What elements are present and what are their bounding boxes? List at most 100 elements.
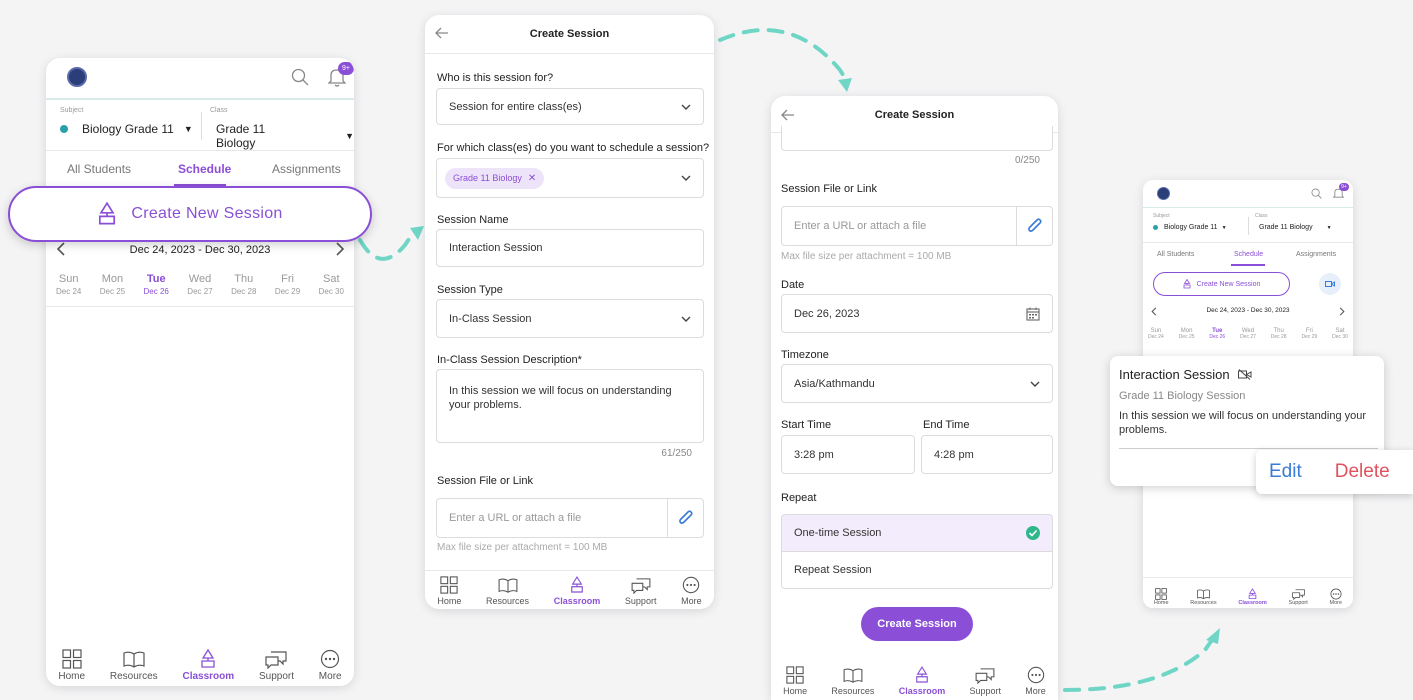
nav-more[interactable]: More bbox=[681, 576, 702, 606]
nav-classroom[interactable]: Classroom bbox=[182, 649, 234, 682]
caret-down-icon: ▼ bbox=[345, 131, 354, 141]
phone-create-session-1: Create Session Who is this session for? … bbox=[425, 15, 714, 609]
tab-all-students[interactable]: All Students bbox=[1157, 251, 1194, 258]
day-cell-selected[interactable]: Tue Dec 26 bbox=[1209, 328, 1225, 340]
nav-home[interactable]: Home bbox=[783, 666, 807, 696]
nav-home[interactable]: Home bbox=[437, 576, 461, 606]
class-multiselect[interactable]: Grade 11 Biology ✕ bbox=[436, 158, 704, 198]
day-cell[interactable]: Mon Dec 25 bbox=[100, 273, 125, 296]
end-time-label: End Time bbox=[923, 419, 970, 431]
nav-support[interactable]: Support bbox=[625, 578, 656, 606]
more-icon bbox=[1330, 588, 1342, 600]
session-type-label: Session Type bbox=[437, 284, 503, 296]
date-input[interactable]: Dec 26, 2023 bbox=[781, 294, 1053, 333]
bottom-nav: Home Resources Classroom Support More bbox=[46, 642, 354, 686]
tab-assignments[interactable]: Assignments bbox=[1296, 251, 1336, 258]
notification-badge: 9+ bbox=[338, 62, 354, 75]
nav-support[interactable]: Support bbox=[970, 668, 1001, 696]
nav-classroom[interactable]: Classroom bbox=[1238, 588, 1267, 606]
nav-more[interactable]: More bbox=[319, 649, 342, 682]
calendar-icon[interactable] bbox=[1026, 307, 1040, 321]
session-type-select[interactable]: In-Class Session bbox=[436, 299, 704, 338]
tab-all-students[interactable]: All Students bbox=[67, 162, 131, 176]
description-textarea[interactable]: In this session we will focus on underst… bbox=[436, 369, 704, 443]
nav-resources[interactable]: Resources bbox=[486, 578, 529, 606]
chevron-right-icon[interactable] bbox=[1339, 307, 1345, 316]
chevron-down-icon bbox=[681, 316, 691, 322]
divider bbox=[1143, 242, 1353, 243]
divider bbox=[1143, 207, 1353, 208]
day-cell[interactable]: Fri Dec 29 bbox=[1301, 328, 1317, 340]
start-time-input[interactable]: 3:28 pm bbox=[781, 435, 915, 474]
description-textarea-end[interactable] bbox=[781, 126, 1053, 151]
delete-button[interactable]: Delete bbox=[1335, 461, 1390, 483]
nav-resources[interactable]: Resources bbox=[1190, 589, 1217, 606]
class-chip[interactable]: Grade 11 Biology ✕ bbox=[445, 167, 545, 189]
tab-assignments[interactable]: Assignments bbox=[272, 162, 341, 176]
classroom-icon bbox=[1248, 588, 1257, 599]
remove-chip-icon[interactable]: ✕ bbox=[528, 173, 536, 184]
repeat-option-repeat[interactable]: Repeat Session bbox=[781, 551, 1053, 589]
create-session-button[interactable]: Create Session bbox=[861, 607, 973, 641]
subject-value: Biology Grade 11 bbox=[82, 122, 174, 136]
search-icon[interactable] bbox=[1311, 188, 1322, 199]
nav-resources[interactable]: Resources bbox=[110, 651, 158, 682]
day-cell-selected[interactable]: Tue Dec 26 bbox=[144, 273, 169, 296]
nav-more[interactable]: More bbox=[1330, 588, 1342, 606]
day-cell[interactable]: Fri Dec 29 bbox=[275, 273, 300, 296]
session-subtitle: Grade 11 Biology Session bbox=[1119, 390, 1246, 402]
file-link-input[interactable]: Enter a URL or attach a file bbox=[436, 498, 704, 538]
page-title: Create Session bbox=[529, 28, 610, 40]
session-name-input[interactable]: Interaction Session bbox=[436, 229, 704, 267]
nav-classroom[interactable]: Classroom bbox=[554, 576, 600, 606]
day-cell[interactable]: Thu Dec 28 bbox=[1271, 328, 1287, 340]
week-range: Dec 24, 2023 - Dec 30, 2023 bbox=[1206, 307, 1290, 314]
video-icon bbox=[1325, 281, 1335, 287]
phone-create-session-2: Create Session 0/250 Session File or Lin… bbox=[771, 96, 1058, 700]
tab-schedule[interactable]: Schedule bbox=[1234, 251, 1263, 258]
divider bbox=[46, 98, 354, 100]
week-range: Dec 24, 2023 - Dec 30, 2023 bbox=[129, 244, 271, 256]
page-title: Create Session bbox=[874, 109, 955, 121]
audience-select[interactable]: Session for entire class(es) bbox=[436, 88, 704, 125]
nav-resources[interactable]: Resources bbox=[831, 668, 874, 696]
create-new-session-button[interactable]: Create New Session bbox=[1153, 272, 1290, 296]
nav-more[interactable]: More bbox=[1025, 666, 1046, 696]
create-new-session-button[interactable]: Create New Session bbox=[8, 186, 372, 242]
nav-support[interactable]: Support bbox=[1289, 589, 1308, 606]
q1-label: Who is this session for? bbox=[437, 72, 554, 84]
day-cell[interactable]: Thu Dec 28 bbox=[231, 273, 256, 296]
tab-underline bbox=[1231, 264, 1265, 266]
video-session-button[interactable] bbox=[1319, 273, 1341, 295]
day-cell[interactable]: Sat Dec 30 bbox=[1332, 328, 1348, 340]
day-cell[interactable]: Sat Dec 30 bbox=[319, 273, 344, 296]
chat-icon bbox=[631, 578, 651, 594]
timezone-select[interactable]: Asia/Kathmandu bbox=[781, 364, 1053, 403]
subject-select[interactable]: Biology Grade 11 ▼ bbox=[1153, 224, 1227, 231]
day-cell[interactable]: Wed Dec 27 bbox=[1240, 328, 1256, 340]
search-icon[interactable] bbox=[291, 68, 309, 86]
nav-home[interactable]: Home bbox=[58, 649, 85, 682]
nav-classroom[interactable]: Classroom bbox=[899, 666, 945, 696]
attach-button[interactable] bbox=[667, 499, 703, 537]
file-link-input[interactable]: Enter a URL or attach a file bbox=[781, 206, 1053, 246]
nav-home[interactable]: Home bbox=[1154, 588, 1169, 606]
day-cell[interactable]: Sun Dec 24 bbox=[56, 273, 81, 296]
day-cell[interactable]: Mon Dec 25 bbox=[1179, 328, 1195, 340]
more-icon bbox=[683, 576, 700, 594]
day-cell[interactable]: Sun Dec 24 bbox=[1148, 328, 1164, 340]
class-select[interactable]: Grade 11 Biology ▼ bbox=[1259, 224, 1332, 231]
end-time-input[interactable]: 4:28 pm bbox=[921, 435, 1053, 474]
class-select[interactable]: Grade 11 Biology ▼ bbox=[216, 122, 354, 150]
nav-support[interactable]: Support bbox=[259, 651, 294, 682]
subject-select[interactable]: Biology Grade 11 ▼ bbox=[60, 122, 193, 136]
chevron-right-icon[interactable] bbox=[335, 242, 345, 256]
tab-schedule[interactable]: Schedule bbox=[178, 162, 231, 176]
description-count: 0/250 bbox=[1014, 155, 1040, 166]
attach-button[interactable] bbox=[1016, 207, 1052, 245]
book-icon bbox=[843, 668, 863, 683]
repeat-option-one-time[interactable]: One-time Session bbox=[781, 514, 1053, 552]
day-cell[interactable]: Wed Dec 27 bbox=[187, 273, 212, 296]
session-title: Interaction Session bbox=[1119, 367, 1230, 382]
edit-button[interactable]: Edit bbox=[1269, 461, 1302, 483]
